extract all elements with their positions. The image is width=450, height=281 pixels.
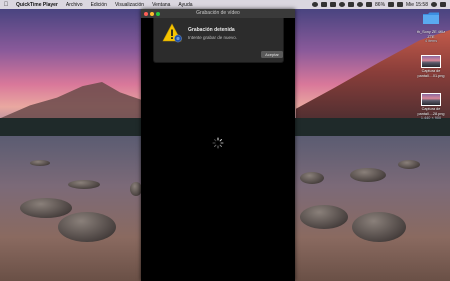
alert-sheet: Grabación detenida Intente grabar de nue… bbox=[153, 18, 284, 63]
desktop-item-label: th_Sony ZE 4Klz bbox=[416, 30, 446, 34]
wallpaper-rock bbox=[30, 160, 50, 166]
wallpaper-rock bbox=[398, 160, 420, 169]
status-area: 86% Mie 15:58 bbox=[312, 2, 450, 8]
menu-ayuda[interactable]: Ayuda bbox=[174, 2, 196, 8]
accept-button[interactable]: Aceptar bbox=[261, 51, 283, 58]
wallpaper-rock bbox=[68, 180, 100, 189]
wallpaper-rock bbox=[350, 168, 386, 182]
alert-message: Intente grabar de nuevo. bbox=[188, 35, 238, 40]
dropbox-icon[interactable] bbox=[321, 2, 328, 7]
menu-ventana[interactable]: Ventana bbox=[148, 2, 174, 8]
wifi-icon[interactable] bbox=[357, 2, 364, 7]
flag-icon[interactable] bbox=[397, 2, 404, 7]
menu-visualizacion[interactable]: Visualización bbox=[111, 2, 148, 8]
alert-title: Grabación detenida bbox=[188, 27, 235, 33]
warning-icon bbox=[162, 23, 182, 43]
wallpaper-rock bbox=[300, 172, 324, 184]
menu-edicion[interactable]: Edición bbox=[87, 2, 111, 8]
volume-icon[interactable] bbox=[366, 2, 373, 7]
menu-archivo[interactable]: Archivo bbox=[62, 2, 87, 8]
spotlight-search-icon[interactable] bbox=[431, 2, 437, 7]
desktop-folder[interactable]: th_Sony ZE 4Klz ZTE 4 items bbox=[414, 11, 448, 44]
wallpaper-rock bbox=[58, 212, 116, 242]
folder-icon bbox=[423, 12, 439, 24]
apple-logo-icon[interactable]:  bbox=[0, 2, 12, 8]
menu-app-name[interactable]: QuickTime Player bbox=[12, 2, 62, 8]
notification-center-icon[interactable] bbox=[440, 2, 446, 7]
desktop-item-detail: 1.440 × 900 bbox=[420, 116, 442, 121]
battery-percentage[interactable]: 86% bbox=[375, 2, 385, 8]
menu-clock[interactable]: Mie 15:58 bbox=[406, 2, 428, 8]
wallpaper-rock bbox=[300, 205, 348, 229]
image-thumbnail-icon bbox=[421, 55, 441, 68]
bluetooth-icon[interactable] bbox=[348, 2, 355, 7]
battery-icon[interactable] bbox=[388, 2, 395, 7]
desktop-screenshot-file[interactable]: Captura de pantall....01.png bbox=[414, 55, 448, 78]
menu-bar:  QuickTime Player Archivo Edición Visua… bbox=[0, 0, 450, 9]
desktop-item-detail: 4 items bbox=[424, 39, 438, 44]
wallpaper-rock bbox=[20, 198, 72, 218]
window-title: Grabación de vídeo bbox=[196, 10, 240, 16]
desktop-screenshot-file[interactable]: Captura de pantall....28.png 1.440 × 900 bbox=[414, 93, 448, 121]
image-thumbnail-icon bbox=[421, 93, 441, 106]
window-titlebar[interactable]: Grabación de vídeo bbox=[141, 9, 295, 18]
desktop-item-label: pantall....01.png bbox=[417, 73, 445, 78]
timemachine-icon[interactable] bbox=[339, 2, 346, 7]
loading-spinner-icon bbox=[212, 137, 224, 149]
wallpaper-rock bbox=[352, 212, 406, 242]
cloud-icon[interactable] bbox=[330, 2, 337, 7]
record-status-icon[interactable] bbox=[312, 2, 319, 7]
